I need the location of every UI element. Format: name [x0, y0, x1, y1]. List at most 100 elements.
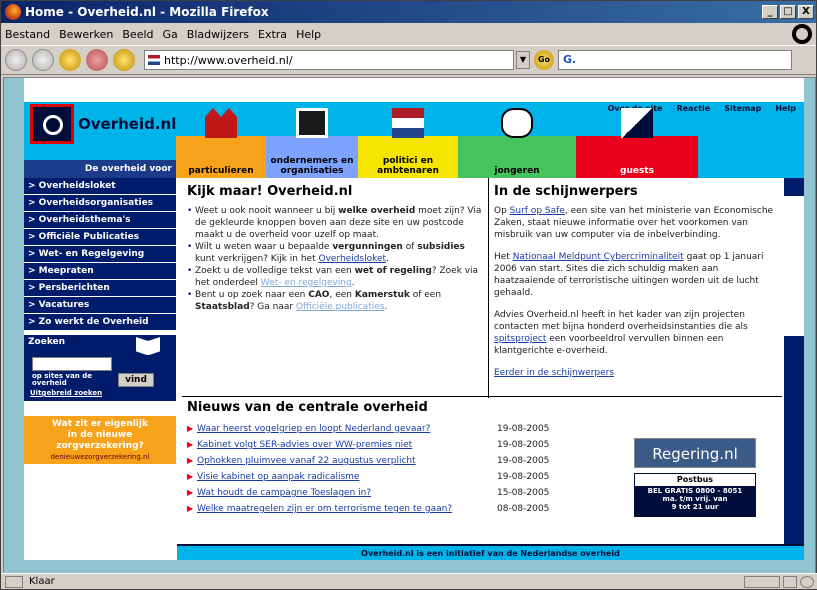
stop-icon[interactable]	[86, 49, 108, 71]
news-link[interactable]: Waar heerst vogelgriep en loopt Nederlan…	[197, 421, 497, 437]
menu-beeld[interactable]: Beeld	[122, 28, 153, 41]
category-guests[interactable]: guests	[576, 108, 698, 178]
link-sitemap[interactable]: Sitemap	[724, 104, 761, 113]
logo-text: Overheid.nl	[78, 115, 177, 133]
nav-persberichten[interactable]: > Persberichten	[24, 280, 176, 297]
column-divider	[488, 178, 489, 398]
postbus-banner[interactable]: Postbus BEL GRATIS 0800 - 8051 ma. t/m v…	[634, 473, 756, 517]
news-link[interactable]: Visie kabinet op aanpak radicalisme	[197, 469, 497, 485]
nav-vacatures[interactable]: > Vacatures	[24, 297, 176, 314]
close-button[interactable]: X	[798, 5, 814, 19]
news-title: Nieuws van de centrale overheid	[187, 400, 428, 415]
arrow-icon: ▶	[187, 440, 194, 449]
maximize-button[interactable]: □	[780, 5, 796, 19]
link-help[interactable]: Help	[775, 104, 796, 113]
reload-icon[interactable]	[59, 49, 81, 71]
arrow-icon: ▶	[187, 456, 194, 465]
search-box[interactable]: G.	[558, 50, 792, 70]
home-icon[interactable]	[113, 49, 135, 71]
news-row: ▶ Waar heerst vogelgriep en loopt Nederla…	[187, 421, 777, 437]
nav-overheidsthemas[interactable]: > Overheidsthema's	[24, 212, 176, 229]
category-ondernemers[interactable]: ondernemers en organisaties	[266, 108, 358, 178]
menu-bewerken[interactable]: Bewerken	[59, 28, 113, 41]
search-input[interactable]	[32, 357, 112, 371]
advanced-search-link[interactable]: Uitgebreid zoeken	[30, 389, 102, 397]
spotlight-paragraph: Het Nationaal Meldpunt Cybercriminalitei…	[494, 252, 764, 298]
officiele-publicaties-link[interactable]: Officiële publicaties	[296, 302, 385, 312]
back-icon[interactable]	[5, 49, 27, 71]
bullet-item: Zoekt u de volledige tekst van een wet o…	[187, 265, 483, 289]
menu-bar: Bestand Bewerken Beeld Ga Bladwijzers Ex…	[1, 23, 816, 45]
link-reactie[interactable]: Reactie	[676, 104, 710, 113]
menu-ga[interactable]: Ga	[163, 28, 178, 41]
speech-bubble-icon	[501, 108, 533, 138]
site-logo[interactable]: Overheid.nl	[30, 104, 176, 144]
category-politici[interactable]: politici en ambtenaren	[358, 108, 458, 178]
forward-icon[interactable]	[32, 49, 54, 71]
minimize-button[interactable]: _	[762, 5, 778, 19]
site-footer: Overheid.nl is een initiatief van de Ned…	[177, 544, 804, 560]
news-link[interactable]: Wat houdt de campagne Toeslagen in?	[197, 485, 497, 501]
navigation-toolbar: http://www.overheid.nl/ ▼ Go G.	[1, 45, 816, 75]
arrow-icon: ▶	[187, 472, 194, 481]
spotlight-title: In de schijnwerpers	[494, 184, 638, 199]
main-title: Kijk maar! Overheid.nl	[187, 184, 353, 199]
spotlight-column: In de schijnwerpers Op Surf op Safe, een…	[494, 184, 778, 379]
handshake-icon	[621, 108, 653, 138]
url-dropdown-icon[interactable]: ▼	[516, 51, 530, 69]
menu-bestand[interactable]: Bestand	[5, 28, 50, 41]
main-column: Kijk maar! Overheid.nl Weet u ook nooit …	[187, 184, 483, 313]
site-favicon-icon	[148, 55, 160, 65]
status-text: Klaar	[29, 576, 55, 587]
status-icon	[5, 575, 23, 588]
nav-zo-werkt[interactable]: > Zo werkt de Overheid	[24, 314, 176, 331]
news-link[interactable]: Kabinet volgt SER-advies over WW-premies…	[197, 437, 497, 453]
postbus-line: ma. t/m vrij. van	[662, 495, 728, 503]
category-label: ondernemers en organisaties	[270, 156, 354, 176]
nav-officiele-publicaties[interactable]: > Officiële Publicaties	[24, 229, 176, 246]
page-content: Overheid.nl Over de site Reactie Sitemap…	[24, 78, 804, 560]
postbus-line: BEL GRATIS 0800 - 8051	[647, 487, 743, 495]
popup-icon	[783, 575, 797, 588]
postbus-head: Postbus	[635, 474, 755, 486]
nav-overheidsloket[interactable]: > Overheidsloket	[24, 178, 176, 195]
search-button[interactable]: vind	[118, 373, 154, 387]
news-date: 19-08-2005	[497, 440, 550, 450]
promo-line: Wat zit er eigenlijk	[52, 419, 148, 429]
nav-overheidsorganisaties[interactable]: > Overheidsorganisaties	[24, 195, 176, 212]
meldpunt-link[interactable]: Nationaal Meldpunt Cybercriminaliteit	[513, 252, 684, 262]
dutch-flag-icon	[392, 108, 424, 138]
menu-bladwijzers[interactable]: Bladwijzers	[187, 28, 249, 41]
section-divider	[182, 396, 782, 397]
more-spotlight-link[interactable]: Eerder in de schijnwerpers	[494, 367, 778, 379]
nav-meepraten[interactable]: > Meepraten	[24, 263, 176, 280]
menu-help[interactable]: Help	[296, 28, 321, 41]
category-jongeren[interactable]: jongeren	[458, 108, 576, 178]
news-date: 19-08-2005	[497, 424, 550, 434]
menu-extra[interactable]: Extra	[258, 28, 287, 41]
spitsproject-link[interactable]: spitsproject	[494, 334, 546, 344]
news-link[interactable]: Ophokken pluimvee vanaf 22 augustus verp…	[197, 453, 497, 469]
news-link[interactable]: Welke maatregelen zijn er om terrorisme …	[197, 501, 497, 517]
url-text: http://www.overheid.nl/	[164, 53, 293, 67]
category-label: guests	[620, 166, 654, 176]
bullet-item: Weet u ook nooit wanneer u bij welke ove…	[187, 205, 483, 241]
status-indicators	[744, 575, 814, 588]
category-particulieren[interactable]: particulieren	[176, 108, 266, 178]
window-title: Home - Overheid.nl - Mozilla Firefox	[25, 5, 269, 19]
status-circle-icon	[800, 575, 814, 588]
throbber-icon	[792, 24, 812, 44]
overheidsloket-link[interactable]: Overheidsloket	[318, 254, 386, 264]
promo-line: in de nieuwe	[67, 430, 133, 440]
promo-banner[interactable]: Wat zit er eigenlijk in de nieuwe zorgve…	[24, 416, 176, 464]
category-label: politici en ambtenaren	[377, 156, 439, 176]
regering-banner[interactable]: Regering.nl	[634, 438, 756, 468]
promo-url: denieuwezorgverzekering.nl	[50, 453, 150, 461]
right-decor-gap	[784, 196, 804, 336]
arrow-icon: ▶	[187, 424, 194, 433]
address-bar[interactable]: http://www.overheid.nl/	[144, 50, 514, 70]
wet-regelgeving-link[interactable]: Wet- en regelgeving	[261, 278, 352, 288]
go-button[interactable]: Go	[534, 50, 554, 70]
nav-wet-regelgeving[interactable]: > Wet- en Regelgeving	[24, 246, 176, 263]
surf-op-safe-link[interactable]: Surf op Safe	[510, 206, 565, 216]
